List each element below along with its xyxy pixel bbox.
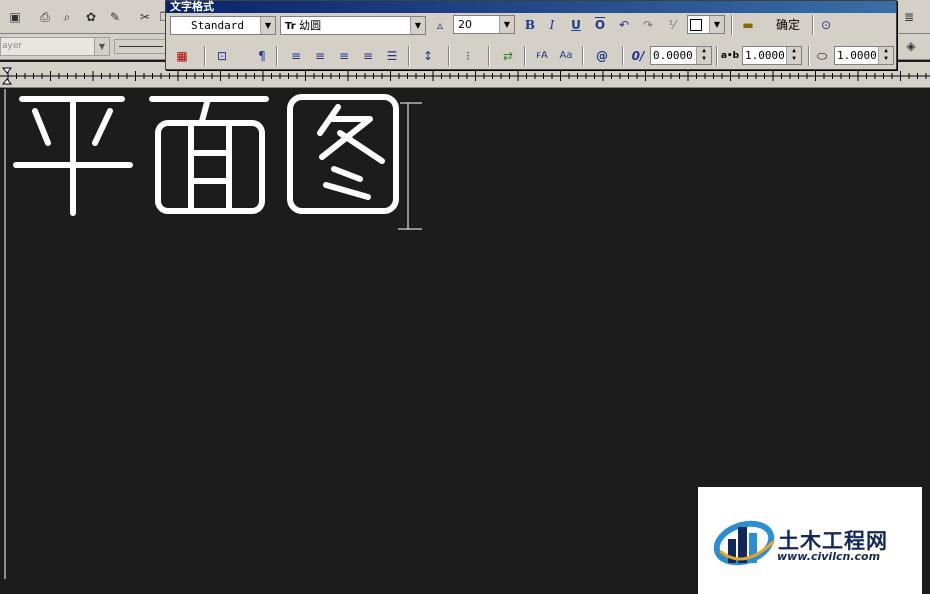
text-format-dialog[interactable]: 文字格式 Standard ▼ Tr 幼圆 ▼ ▵ 20 ▼ B I U O ↶… (165, 0, 897, 70)
paragraph-icon[interactable]: ¶ (252, 46, 272, 66)
toolbar-separator (716, 46, 718, 66)
glyph-ping (13, 96, 133, 216)
text-height-value: 20 (458, 18, 472, 31)
stack-icon[interactable]: ⅟ (662, 15, 682, 35)
chevron-down-icon[interactable]: ▼ (709, 16, 724, 33)
text-style-value: Standard (191, 19, 244, 32)
glyph-mian (149, 96, 269, 214)
lowercase-icon[interactable]: Aa (556, 46, 576, 66)
color-icon[interactable]: ▦ (172, 46, 192, 66)
tracking-value: 1.0000 (745, 49, 785, 62)
symbol-icon[interactable]: @ (592, 46, 612, 66)
toolbar-separator (812, 15, 814, 35)
oblique-angle-icon: 0/ (631, 49, 645, 63)
align-left-icon[interactable]: ≡ (286, 46, 306, 66)
color-dropdown[interactable]: ▼ (687, 15, 725, 34)
toolbar-separator (276, 46, 278, 66)
annotative-icon[interactable]: ▵ (430, 15, 450, 35)
font-dropdown[interactable]: Tr 幼圆 ▼ (280, 16, 426, 35)
overline-button[interactable]: O (590, 15, 610, 35)
toolbar-separator (731, 15, 733, 35)
mtext-frame-marker[interactable] (398, 102, 422, 230)
line-spacing-icon[interactable]: ↕ (418, 46, 438, 66)
preview-icon[interactable]: ⌕ (58, 8, 76, 26)
ruler-icon[interactable]: ▬ (738, 15, 758, 35)
font-value: 幼圆 (299, 19, 322, 32)
italic-button[interactable]: I (542, 15, 562, 35)
width-factor-value: 1.0000 (837, 49, 877, 62)
chevron-down-icon[interactable]: ▼ (499, 16, 514, 33)
toolbar-separator (808, 46, 810, 66)
toolbar-separator (488, 46, 490, 66)
bold-button[interactable]: B (520, 15, 540, 35)
toolbar-separator (448, 46, 450, 66)
toolbar-separator (582, 46, 584, 66)
width-factor-input[interactable]: 1.0000 ▲ ▼ (834, 46, 894, 65)
spinner-arrows-icon[interactable]: ▲ ▼ (878, 47, 893, 64)
tracking-icon: a•b (720, 51, 740, 61)
redo-icon[interactable]: ↷ (638, 15, 658, 35)
linetype-dropdown[interactable] (114, 39, 166, 54)
chevron-down-icon[interactable]: ▼ (94, 38, 109, 55)
color-swatch-icon (690, 19, 702, 31)
underline-button[interactable]: U (566, 15, 586, 35)
justify-icon[interactable]: ⊡ (212, 46, 232, 66)
watermark-url: www.civilcn.com (777, 550, 881, 563)
width-factor-icon: ⬭ (816, 49, 828, 63)
dialog-title[interactable]: 文字格式 (166, 1, 896, 13)
print-icon[interactable]: ⎙ (36, 8, 54, 26)
chevron-down-icon[interactable]: ▼ (260, 17, 275, 34)
options-icon[interactable]: ⊙ (816, 15, 836, 35)
ok-button[interactable]: 确定 (769, 15, 807, 35)
chevron-down-icon[interactable]: ▼ (410, 17, 425, 34)
layer-name: ayer (2, 41, 23, 51)
toolbar-separator (524, 46, 526, 66)
insert-field-icon[interactable]: ⇄ (498, 46, 518, 66)
publish-icon[interactable]: ✿ (82, 8, 100, 26)
cut-icon[interactable]: ✂ (136, 8, 154, 26)
watermark-logo: 土木工程网 www.civilcn.com (698, 487, 922, 594)
toolbar-separator (204, 46, 206, 66)
save-icon[interactable]: ▣ (6, 8, 24, 26)
toolbar-separator (622, 46, 624, 66)
layers-icon[interactable]: ≣ (900, 8, 918, 26)
spinner-arrows-icon[interactable]: ▲ ▼ (696, 47, 711, 64)
oblique-angle-input[interactable]: 0.0000 ▲ ▼ (650, 46, 712, 65)
toolbar-separator (408, 46, 410, 66)
numbering-icon[interactable]: ⁝ (458, 46, 478, 66)
spinner-arrows-icon[interactable]: ▲ ▼ (786, 47, 801, 64)
civilcn-logo-icon (713, 520, 776, 566)
layer-dropdown[interactable]: ayer ▼ (0, 37, 110, 56)
align-justify-icon[interactable]: ≡ (358, 46, 378, 66)
uppercase-icon[interactable]: ꜰA (532, 46, 552, 66)
layer-states-icon[interactable]: ◈ (902, 37, 920, 55)
distribute-icon[interactable]: ☰ (382, 46, 402, 66)
plot-icon[interactable]: ✎ (106, 8, 124, 26)
text-height-dropdown[interactable]: 20 ▼ (453, 15, 515, 34)
glyph-tu (287, 94, 399, 214)
font-type-icon: Tr (285, 21, 296, 32)
align-center-icon[interactable]: ≡ (310, 46, 330, 66)
oblique-angle-value: 0.0000 (653, 49, 693, 62)
tracking-input[interactable]: 1.0000 ▲ ▼ (742, 46, 802, 65)
undo-icon[interactable]: ↶ (614, 15, 634, 35)
align-right-icon[interactable]: ≡ (334, 46, 354, 66)
text-style-dropdown[interactable]: Standard ▼ (170, 16, 276, 35)
